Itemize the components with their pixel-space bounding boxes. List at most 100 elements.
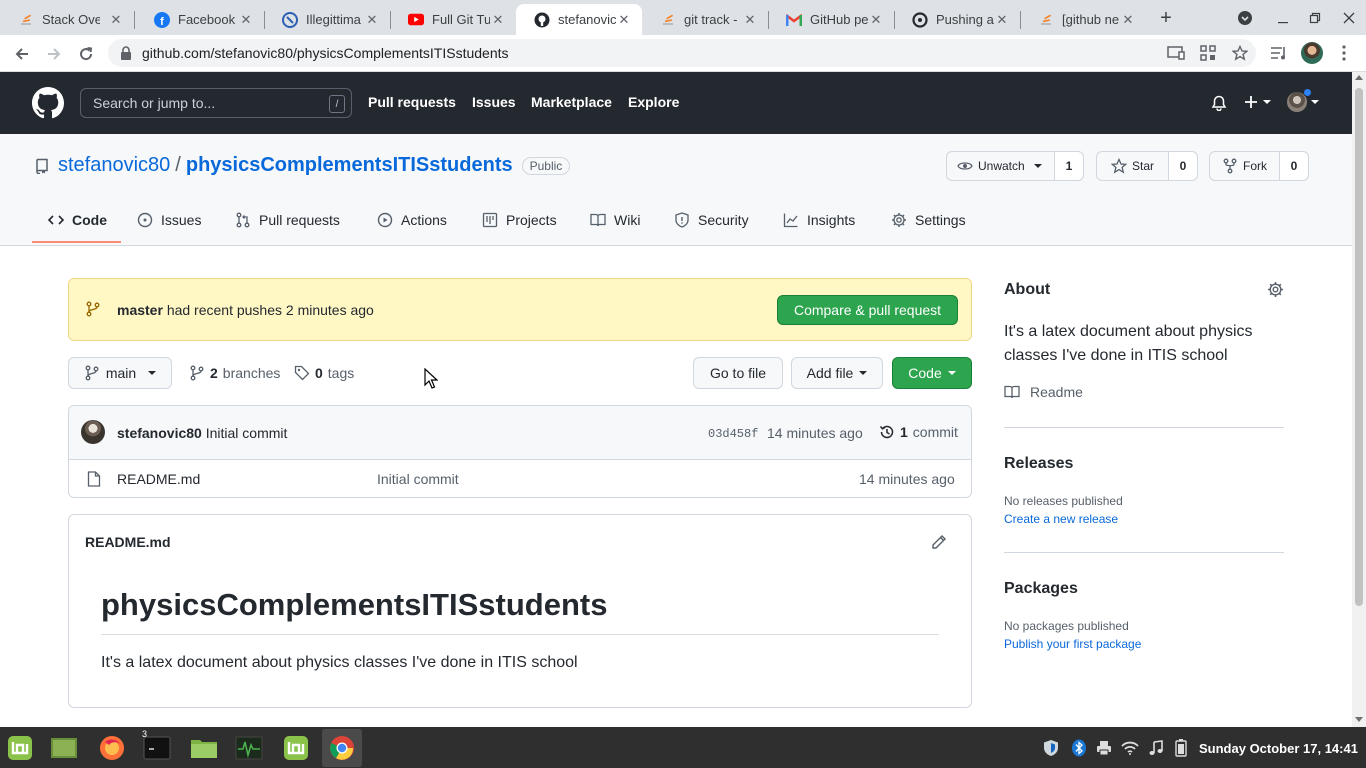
- github-search-input[interactable]: Search or jump to... /: [80, 88, 352, 118]
- shield-icon[interactable]: [1042, 739, 1060, 757]
- battery-icon[interactable]: [1172, 739, 1190, 757]
- clock[interactable]: Sunday October 17, 14:41: [1199, 741, 1358, 756]
- add-file-button[interactable]: Add file: [791, 357, 883, 389]
- back-arrow-icon[interactable]: [8, 40, 36, 68]
- reading-list-icon[interactable]: [1268, 42, 1290, 64]
- file-name-link[interactable]: README.md: [117, 471, 200, 487]
- repo-owner-link[interactable]: stefanovic80: [58, 154, 170, 177]
- commit-sha-link[interactable]: 03d458f: [708, 427, 758, 441]
- window-minimize-icon[interactable]: [1271, 6, 1295, 30]
- pushed-branch-name[interactable]: master: [117, 302, 163, 318]
- tab-security[interactable]: Security: [674, 212, 749, 228]
- tab-close-icon[interactable]: ✕: [868, 12, 884, 28]
- browser-tab[interactable]: Pushing a ✕: [894, 4, 1020, 35]
- readme-link[interactable]: Readme: [1004, 384, 1083, 400]
- browser-tab-active[interactable]: stefanovic ✕: [516, 4, 642, 35]
- tab-close-icon[interactable]: ✕: [108, 12, 124, 28]
- printer-icon[interactable]: [1095, 739, 1113, 757]
- packages-heading[interactable]: Packages: [1004, 580, 1078, 598]
- tab-close-icon[interactable]: ✕: [616, 12, 632, 28]
- mint-menu-icon[interactable]: [4, 732, 36, 764]
- tab-settings[interactable]: Settings: [891, 212, 966, 228]
- repo-name-link[interactable]: physicsComplementsITISstudents: [186, 154, 513, 177]
- bookmark-star-icon[interactable]: [1229, 42, 1251, 64]
- avatar[interactable]: [81, 420, 105, 444]
- gear-icon[interactable]: [1267, 281, 1284, 298]
- nav-explore[interactable]: Explore: [628, 94, 679, 110]
- tab-close-icon[interactable]: ✕: [742, 12, 758, 28]
- scroll-up-arrow-icon[interactable]: [1355, 75, 1363, 80]
- tab-issues[interactable]: Issues: [137, 212, 201, 228]
- bluetooth-icon[interactable]: [1070, 739, 1088, 757]
- qr-code-icon[interactable]: [1197, 42, 1219, 64]
- branches-link[interactable]: 2 branches: [189, 365, 280, 381]
- browser-tab[interactable]: git track - ✕: [642, 4, 768, 35]
- window-close-icon[interactable]: [1337, 6, 1361, 30]
- file-manager-icon[interactable]: [188, 732, 220, 764]
- tab-close-icon[interactable]: ✕: [1120, 12, 1136, 28]
- unwatch-button[interactable]: Unwatch: [947, 152, 1055, 180]
- star-count[interactable]: 0: [1169, 152, 1197, 180]
- user-menu[interactable]: [1287, 88, 1319, 112]
- branch-select-button[interactable]: main: [68, 357, 172, 389]
- new-tab-plus-icon[interactable]: +: [1154, 6, 1178, 30]
- chrome-taskbar-icon[interactable]: [322, 729, 362, 767]
- go-to-file-button[interactable]: Go to file: [693, 357, 783, 389]
- browser-tab[interactable]: f Facebook ✕: [136, 4, 264, 35]
- readme-filename[interactable]: README.md: [85, 534, 171, 550]
- music-note-icon[interactable]: [1147, 739, 1165, 757]
- browser-tab[interactable]: [github ne ✕: [1020, 4, 1146, 35]
- profile-avatar-icon[interactable]: [1301, 42, 1323, 64]
- file-row[interactable]: README.md Initial commit 14 minutes ago: [69, 460, 971, 497]
- github-logo-icon[interactable]: [32, 87, 64, 119]
- star-button[interactable]: Star: [1097, 152, 1169, 180]
- fork-button[interactable]: Fork: [1210, 152, 1280, 180]
- create-new-menu[interactable]: [1243, 94, 1271, 110]
- reload-icon[interactable]: [72, 40, 100, 68]
- scroll-down-arrow-icon[interactable]: [1355, 717, 1363, 722]
- firefox-icon[interactable]: [96, 732, 128, 764]
- nav-marketplace[interactable]: Marketplace: [531, 94, 612, 110]
- tab-close-icon[interactable]: ✕: [364, 12, 380, 28]
- tab-wiki[interactable]: Wiki: [590, 212, 640, 228]
- tab-pull-requests[interactable]: Pull requests: [235, 212, 340, 228]
- publish-package-link[interactable]: Publish your first package: [1004, 637, 1141, 651]
- tab-close-icon[interactable]: ✕: [238, 12, 254, 28]
- tab-projects[interactable]: Projects: [482, 212, 557, 228]
- tags-link[interactable]: 0 tags: [294, 365, 354, 381]
- desktop-icon[interactable]: [48, 732, 80, 764]
- page-scrollbar[interactable]: [1352, 72, 1366, 727]
- browser-tab[interactable]: GitHub pe ✕: [768, 4, 894, 35]
- fork-count[interactable]: 0: [1280, 152, 1308, 180]
- mint-update-icon[interactable]: [280, 732, 312, 764]
- browser-menu-icon[interactable]: [1333, 42, 1355, 64]
- browser-tab[interactable]: Full Git Tutorial ✕: [390, 4, 516, 35]
- system-monitor-icon[interactable]: [233, 732, 265, 764]
- tab-insights[interactable]: Insights: [783, 212, 855, 228]
- create-release-link[interactable]: Create a new release: [1004, 512, 1118, 526]
- tab-actions[interactable]: Actions: [377, 212, 447, 228]
- tab-search-icon[interactable]: [1233, 6, 1257, 30]
- commit-message-link[interactable]: Initial commit: [206, 425, 288, 441]
- tab-close-icon[interactable]: ✕: [490, 12, 506, 28]
- terminal-icon[interactable]: 3: [141, 729, 173, 764]
- bell-icon[interactable]: [1211, 95, 1227, 111]
- window-restore-icon[interactable]: [1303, 6, 1327, 30]
- watch-count[interactable]: 1: [1055, 152, 1083, 180]
- releases-heading[interactable]: Releases: [1004, 455, 1073, 473]
- compare-pull-request-button[interactable]: Compare & pull request: [777, 295, 958, 325]
- commit-author-link[interactable]: stefanovic80: [117, 425, 202, 441]
- pencil-edit-icon[interactable]: [931, 534, 947, 550]
- nav-pull-requests[interactable]: Pull requests: [368, 94, 456, 110]
- address-bar[interactable]: github.com/stefanovic80/physicsComplemen…: [108, 39, 1256, 67]
- tab-close-icon[interactable]: ✕: [994, 12, 1010, 28]
- cast-icon[interactable]: [1165, 42, 1187, 64]
- code-dropdown-button[interactable]: Code: [892, 357, 972, 389]
- browser-tab[interactable]: Illegittima ✕: [264, 4, 390, 35]
- nav-issues[interactable]: Issues: [472, 94, 516, 110]
- commit-history-link[interactable]: 1 commit: [879, 424, 958, 440]
- tab-code[interactable]: Code: [48, 212, 107, 228]
- wifi-icon[interactable]: [1121, 739, 1139, 757]
- forward-arrow-icon[interactable]: [40, 40, 68, 68]
- file-commit-message[interactable]: Initial commit: [377, 471, 459, 487]
